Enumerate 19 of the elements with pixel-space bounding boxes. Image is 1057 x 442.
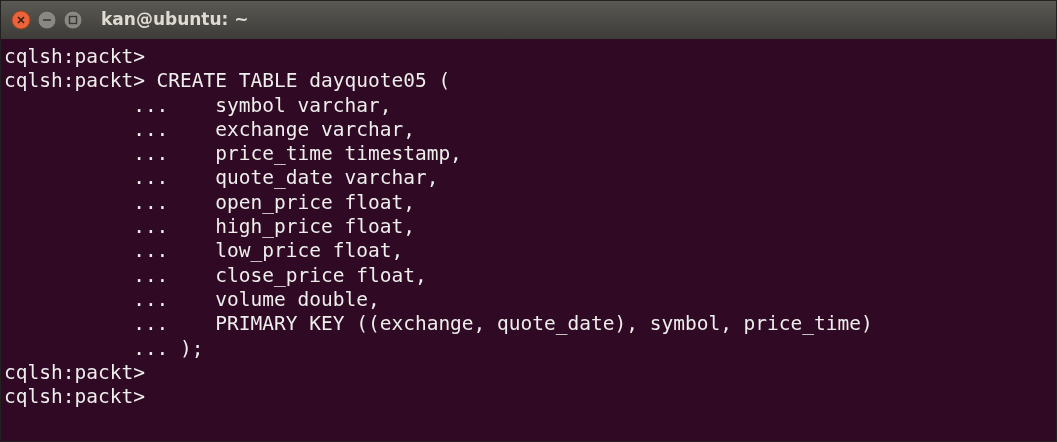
- close-icon[interactable]: [11, 10, 31, 30]
- terminal-line: ... high_price float,: [132, 215, 415, 240]
- maximize-icon[interactable]: [63, 10, 83, 30]
- terminal-line: ... PRIMARY KEY ((exchange, quote_date), symbol, price_time): [132, 312, 873, 337]
- window-title: kan@ubuntu: ~: [101, 8, 249, 32]
- terminal-line: ... );: [132, 336, 204, 361]
- terminal-line: ... volume double,: [132, 287, 380, 313]
- terminal-line: ... open_price float,: [132, 190, 415, 216]
- terminal-line: ... exchange varchar,: [132, 117, 415, 143]
- terminal-line: cqlsh:packt> CREATE TABLE dayquote05 (: [4, 69, 451, 94]
- terminal-line: ... low_price float,: [132, 239, 404, 264]
- terminal-line: cqlsh:packt>: [4, 45, 145, 70]
- terminal-line: ... price_time timestamp,: [132, 142, 462, 167]
- terminal-line: cqlsh:packt>: [4, 385, 145, 410]
- terminal-line: ... close_price float,: [132, 263, 427, 288]
- terminal-line: ... quote_date varchar,: [132, 166, 439, 191]
- minimize-icon[interactable]: [37, 10, 57, 30]
- terminal-line: ... symbol varchar,: [132, 93, 392, 118]
- terminal-line: cqlsh:packt>: [4, 360, 145, 386]
